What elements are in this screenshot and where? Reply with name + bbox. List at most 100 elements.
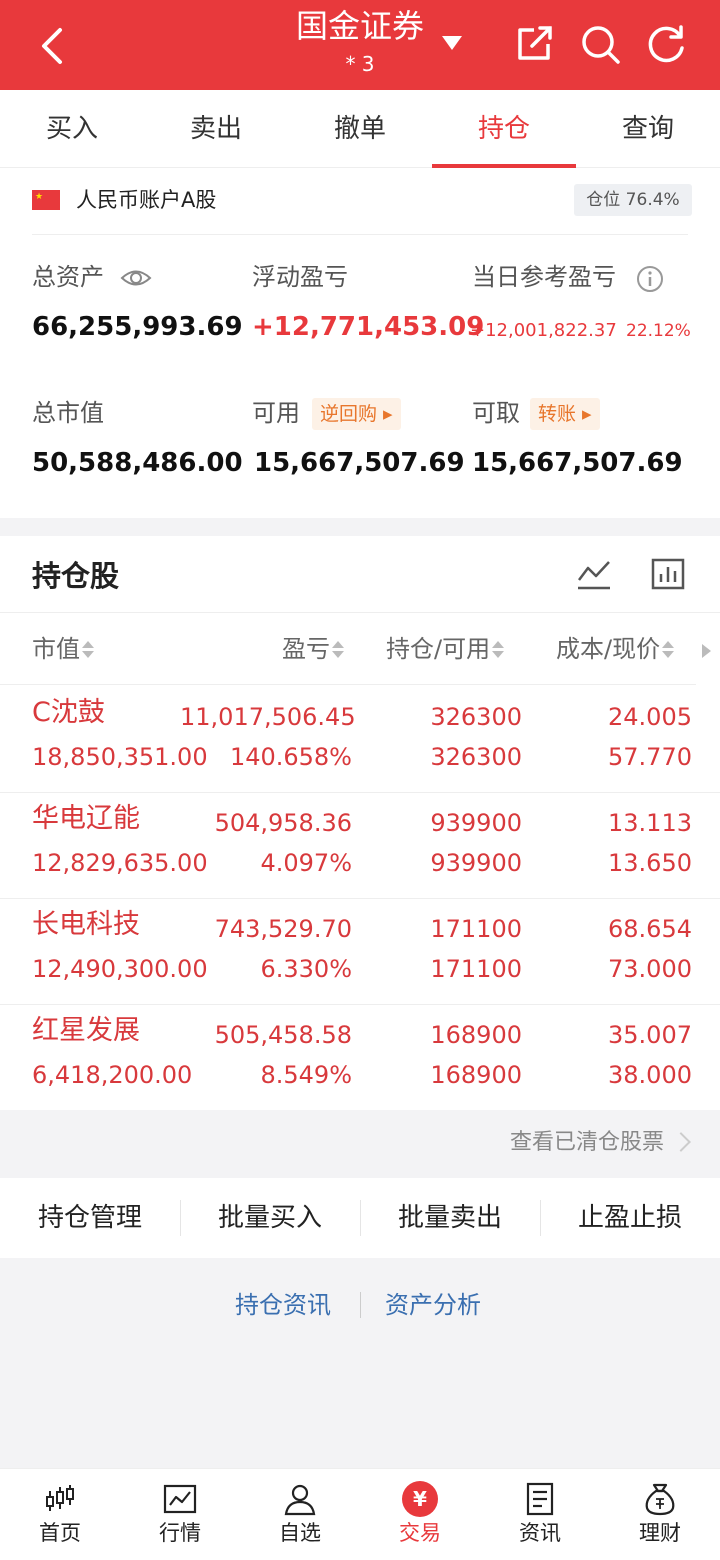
tab-query[interactable]: 查询 [576, 90, 720, 168]
stock-cost: 68.654 [608, 915, 692, 943]
account-name[interactable]: 人民币账户A股 [76, 184, 216, 216]
position-management-button[interactable]: 持仓管理 [0, 1178, 180, 1258]
divider [0, 898, 720, 899]
column-header-pl[interactable]: 盈亏 [282, 632, 344, 666]
tab-cancel[interactable]: 撤单 [288, 90, 432, 168]
divider [360, 1292, 361, 1318]
tab-sell[interactable]: 卖出 [144, 90, 288, 168]
nav-item-watchlist[interactable]: 自选 [240, 1469, 360, 1560]
stock-available: 326300 [430, 743, 522, 771]
batch-sell-button[interactable]: 批量卖出 [360, 1178, 540, 1258]
divider [0, 612, 720, 613]
divider [0, 792, 720, 793]
nav-item-wealth[interactable]: 理财 [600, 1469, 720, 1560]
sort-icon [662, 640, 675, 660]
scroll-right-icon[interactable] [702, 644, 711, 658]
withdrawable-value: 15,667,507.69 [472, 448, 683, 478]
sort-icon [332, 640, 344, 660]
transfer-button[interactable]: 转账 ▸ [530, 398, 600, 430]
stock-pl-percent: 6.330% [260, 955, 352, 983]
stop-profit-loss-button[interactable]: 止盈止损 [540, 1178, 720, 1258]
batch-buy-button[interactable]: 批量买入 [180, 1178, 360, 1258]
nav-label: 自选 [279, 1521, 321, 1545]
chevron-right-icon [671, 1132, 691, 1152]
nav-item-news[interactable]: 资讯 [480, 1469, 600, 1560]
divider [32, 234, 688, 235]
column-header-market-value[interactable]: 市值 [32, 632, 94, 666]
money-bag-icon [645, 1483, 675, 1516]
divider [0, 684, 696, 685]
stock-price: 73.000 [608, 955, 692, 983]
holdings-section: 持仓股 市值 盈亏 持仓/可用 成本/现价 C沈鼓 18,850,351.00 … [0, 536, 720, 1110]
stock-pl: 743,529.70 [214, 915, 352, 943]
stock-name: 华电辽能 [32, 803, 140, 834]
floating-pl-value: +12,771,453.09 [252, 312, 485, 342]
stock-price: 57.770 [608, 743, 692, 771]
column-header-label: 成本/现价 [556, 635, 661, 663]
line-chart-icon[interactable] [576, 556, 612, 592]
search-icon[interactable] [578, 22, 622, 66]
share-icon[interactable] [512, 22, 556, 66]
top-bar: 国金证券 * 3 [0, 0, 720, 90]
column-header-label: 市值 [32, 635, 80, 663]
nav-item-market[interactable]: 行情 [120, 1469, 240, 1560]
info-links: 持仓资讯 资产分析 [0, 1282, 720, 1328]
column-header-position[interactable]: 持仓/可用 [386, 632, 505, 666]
reverse-repo-button[interactable]: 逆回购 ▸ [312, 398, 401, 430]
caret-down-icon[interactable] [442, 36, 462, 50]
stock-name: 红星发展 [32, 1015, 140, 1046]
floating-pl-label: 浮动盈亏 [252, 263, 348, 291]
bar-chart-icon[interactable] [650, 556, 686, 592]
bottom-nav: 首页 行情 自选 ¥ 交易 资讯 理财 [0, 1468, 720, 1560]
eye-icon[interactable] [120, 264, 152, 292]
stock-position: 939900 [430, 809, 522, 837]
daily-pl-label: 当日参考盈亏 [472, 263, 616, 291]
daily-pl-value: +12,001,822.37 [470, 320, 617, 341]
transfer-label: 转账 [538, 403, 577, 425]
stock-available: 168900 [430, 1061, 522, 1089]
stock-pl: 505,458.58 [214, 1021, 352, 1049]
stock-pl-percent: 140.658% [229, 743, 352, 771]
stock-cost: 35.007 [608, 1021, 692, 1049]
info-icon[interactable] [636, 265, 664, 293]
total-assets-value: 66,255,993.69 [32, 312, 243, 342]
column-header-label: 持仓/可用 [386, 635, 491, 663]
market-value-label: 总市值 [32, 399, 104, 427]
nav-item-trade[interactable]: ¥ 交易 [360, 1469, 480, 1560]
withdrawable-label: 可取 [472, 399, 520, 427]
holdings-title: 持仓股 [32, 559, 120, 593]
nav-label: 交易 [399, 1521, 441, 1545]
stock-position: 326300 [430, 703, 522, 731]
daily-pl-percent: 22.12% [626, 321, 691, 341]
view-cleared-label: 查看已清仓股票 [509, 1130, 664, 1155]
view-cleared-stocks-link[interactable]: 查看已清仓股票 [0, 1110, 720, 1176]
nav-item-home[interactable]: 首页 [0, 1469, 120, 1560]
stock-pl-percent: 8.549% [260, 1061, 352, 1089]
stock-cost: 24.005 [608, 703, 692, 731]
stock-cost: 13.113 [608, 809, 692, 837]
holding-actions-bar: 持仓管理 批量买入 批量卖出 止盈止损 [0, 1178, 720, 1258]
trade-tabs: 买入 卖出 撤单 持仓 查询 [0, 90, 720, 168]
refresh-icon[interactable] [644, 22, 688, 66]
document-icon [526, 1482, 554, 1516]
yuan-icon: ¥ [402, 1481, 438, 1517]
stock-position: 171100 [430, 915, 522, 943]
stock-price: 13.650 [608, 849, 692, 877]
stock-pl: 11,017,506.45 [180, 703, 356, 731]
china-flag-icon: ★ [32, 190, 60, 210]
stock-position: 168900 [430, 1021, 522, 1049]
stock-available: 939900 [430, 849, 522, 877]
divider [0, 1004, 720, 1005]
stock-available: 171100 [430, 955, 522, 983]
asset-analysis-link[interactable]: 资产分析 [385, 1282, 481, 1328]
holding-news-link[interactable]: 持仓资讯 [235, 1282, 331, 1328]
market-value-value: 50,588,486.00 [32, 448, 243, 478]
column-header-cost-price[interactable]: 成本/现价 [556, 632, 675, 666]
tab-buy[interactable]: 买入 [0, 90, 144, 168]
sort-icon [82, 640, 94, 660]
reverse-repo-label: 逆回购 [320, 403, 378, 425]
stock-name: C沈鼓 [32, 697, 105, 728]
account-summary: ★ 人民币账户A股 仓位 76.4% 总资产 66,255,993.69 浮动盈… [0, 168, 720, 518]
stock-price: 38.000 [608, 1061, 692, 1089]
tab-holdings[interactable]: 持仓 [432, 90, 576, 168]
